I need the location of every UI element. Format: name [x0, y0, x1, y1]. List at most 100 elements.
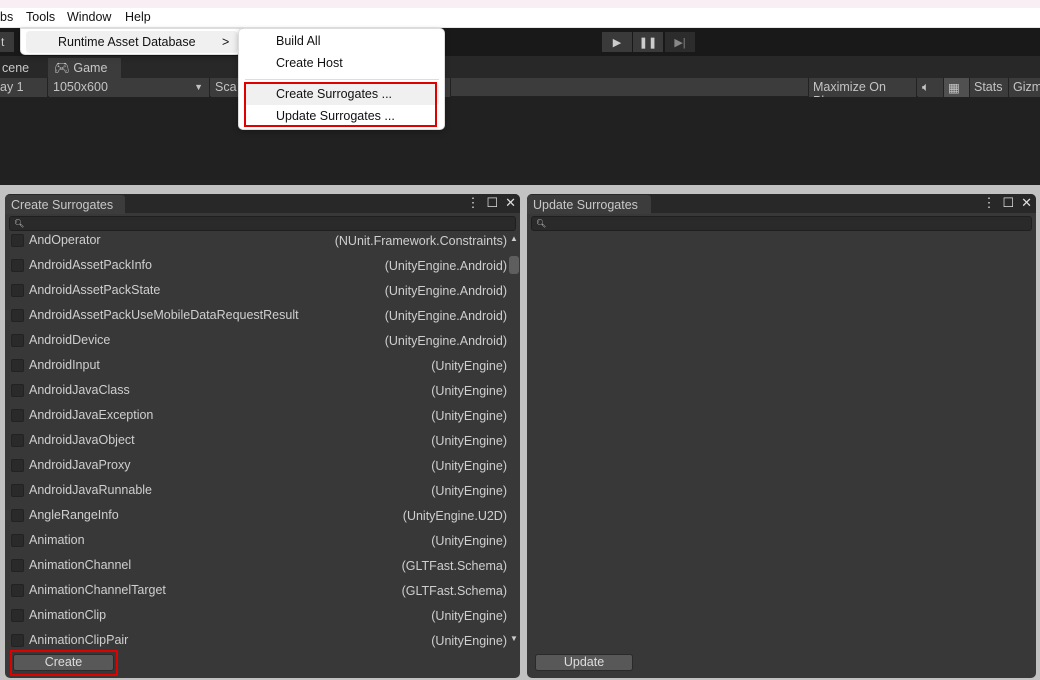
gamepad-icon: 🎮︎ — [54, 61, 70, 75]
gizmos-button[interactable]: Gizm — [1009, 78, 1040, 97]
list-item[interactable]: AndroidAssetPackUseMobileDataRequestResu… — [5, 305, 507, 330]
maximize-icon[interactable]: ☐ — [486, 195, 498, 211]
type-namespace: (GLTFast.Schema) — [401, 584, 507, 598]
menu-tools[interactable]: Tools — [26, 10, 55, 24]
checkbox[interactable] — [11, 234, 24, 247]
checkbox[interactable] — [11, 259, 24, 272]
type-namespace: (UnityEngine.Android) — [384, 309, 507, 323]
scroll-down-icon[interactable]: ▼ — [510, 634, 518, 643]
menu-item-build-all[interactable]: Build All — [276, 34, 320, 48]
list-item[interactable]: AndroidJavaClass (UnityEngine) — [5, 380, 507, 405]
close-icon[interactable]: ✕ — [1021, 195, 1032, 211]
highlight-box — [244, 82, 437, 127]
step-button[interactable]: ▶| — [665, 32, 695, 52]
vsync-icon[interactable]: ▦ — [944, 78, 970, 97]
list-item[interactable]: AndroidJavaProxy (UnityEngine) — [5, 455, 507, 480]
type-namespace: (UnityEngine) — [431, 409, 507, 423]
type-name: AndroidJavaClass — [29, 383, 130, 397]
more-icon[interactable]: ⋮ — [982, 195, 995, 211]
type-name: AndroidInput — [29, 358, 100, 372]
list-item[interactable]: Animation (UnityEngine) — [5, 530, 507, 555]
type-name: AnimationChannel — [29, 558, 132, 572]
game-view — [0, 97, 1040, 185]
tab-game[interactable]: 🎮︎ Game — [48, 58, 121, 78]
more-icon[interactable]: ⋮ — [466, 195, 479, 211]
checkbox[interactable] — [11, 609, 24, 622]
type-namespace: (UnityEngine) — [431, 384, 507, 398]
game-toolbar: ay 1 ▼ 1050x600▼ Sca Maximize On Play 🔈︎… — [0, 78, 1040, 108]
checkbox[interactable] — [11, 409, 24, 422]
type-name: AnimationClip — [29, 608, 107, 622]
panel-title[interactable]: Update Surrogates — [527, 195, 651, 214]
checkbox[interactable] — [11, 459, 24, 472]
type-name: AndroidAssetPackUseMobileDataRequestResu… — [29, 308, 299, 322]
checkbox[interactable] — [11, 484, 24, 497]
list-item[interactable]: AndroidInput (UnityEngine) — [5, 355, 507, 380]
list-item[interactable]: AndroidJavaObject (UnityEngine) — [5, 430, 507, 455]
tab-scene[interactable]: cene — [0, 58, 35, 78]
type-name: AnimationChannelTarget — [29, 583, 166, 597]
menu-item-runtime-asset-database[interactable]: Runtime Asset Database > — [26, 31, 238, 53]
toolbar-button[interactable]: t — [0, 32, 14, 52]
menu-tabs[interactable]: bs — [0, 10, 13, 24]
checkbox[interactable] — [11, 284, 24, 297]
list-item[interactable]: AndroidJavaRunnable (UnityEngine) — [5, 480, 507, 505]
pause-button[interactable]: ❚❚ — [633, 32, 663, 52]
type-namespace: (UnityEngine) — [431, 359, 507, 373]
search-input[interactable]: 🔍︎ — [9, 216, 516, 231]
scroll-up-icon[interactable]: ▲ — [510, 234, 518, 243]
checkbox[interactable] — [11, 634, 24, 647]
mute-audio-icon[interactable]: 🔈︎ — [918, 78, 944, 97]
menu-item-create-host[interactable]: Create Host — [276, 56, 343, 70]
window-title-bar — [0, 0, 1040, 8]
display-label: ay 1 — [0, 80, 24, 94]
type-namespace: (UnityEngine) — [431, 534, 507, 548]
panel-header: Create Surrogates ⋮ ☐ ✕ — [5, 194, 520, 214]
maximize-on-play-button[interactable]: Maximize On Play — [808, 78, 917, 108]
chevron-right-icon: > — [222, 35, 230, 49]
resolution-dropdown[interactable]: 1050x600 ▼ — [49, 78, 210, 97]
close-icon[interactable]: ✕ — [505, 195, 516, 211]
search-icon: 🔍︎ — [14, 219, 25, 228]
checkbox[interactable] — [11, 359, 24, 372]
checkbox[interactable] — [11, 559, 24, 572]
type-namespace: (UnityEngine) — [431, 459, 507, 473]
checkbox[interactable] — [11, 384, 24, 397]
checkbox[interactable] — [11, 584, 24, 597]
list-item[interactable]: AndroidAssetPackInfo (UnityEngine.Android… — [5, 255, 507, 280]
list-item[interactable]: AndroidDevice (UnityEngine.Android) — [5, 330, 507, 355]
menu-bar: bs Tools Window Help — [0, 8, 1040, 28]
display-dropdown[interactable]: ay 1 ▼ — [0, 78, 48, 107]
checkbox[interactable] — [11, 534, 24, 547]
type-namespace: (UnityEngine.U2D) — [402, 509, 507, 523]
menu-help[interactable]: Help — [125, 10, 151, 24]
type-namespace: (UnityEngine.Android) — [384, 284, 507, 298]
panel-header: Update Surrogates ⋮ ☐ ✕ — [527, 194, 1036, 214]
type-namespace: (UnityEngine.Android) — [384, 334, 507, 348]
update-button[interactable]: Update — [535, 654, 633, 671]
list-item[interactable]: AnimationClip (UnityEngine) — [5, 605, 507, 630]
search-input[interactable]: 🔍︎ — [531, 216, 1032, 231]
type-namespace: (UnityEngine) — [431, 634, 507, 648]
maximize-icon[interactable]: ☐ — [1002, 195, 1014, 211]
type-name: AngleRangeInfo — [29, 508, 119, 522]
type-name: AndOperator — [29, 233, 101, 247]
scrollbar[interactable]: ▲ ▼ — [508, 234, 520, 646]
menu-window[interactable]: Window — [67, 10, 111, 24]
panel-title[interactable]: Create Surrogates — [5, 195, 125, 214]
checkbox[interactable] — [11, 334, 24, 347]
checkbox[interactable] — [11, 434, 24, 447]
checkbox[interactable] — [11, 309, 24, 322]
list-item[interactable]: AngleRangeInfo (UnityEngine.U2D) — [5, 505, 507, 530]
list-item[interactable]: AndOperator (NUnit.Framework.Constraints) — [5, 230, 507, 255]
play-button[interactable]: ▶ — [602, 32, 632, 52]
list-item[interactable]: AndroidJavaException (UnityEngine) — [5, 405, 507, 430]
tools-menu: Runtime Asset Database > — [20, 28, 242, 55]
type-name: AndroidAssetPackState — [29, 283, 161, 297]
list-item[interactable]: AndroidAssetPackState (UnityEngine.Androi… — [5, 280, 507, 305]
stats-button[interactable]: Stats — [970, 78, 1009, 97]
scrollbar-thumb[interactable] — [509, 256, 519, 274]
list-item[interactable]: AnimationChannel (GLTFast.Schema) — [5, 555, 507, 580]
list-item[interactable]: AnimationChannelTarget (GLTFast.Schema) — [5, 580, 507, 605]
checkbox[interactable] — [11, 509, 24, 522]
